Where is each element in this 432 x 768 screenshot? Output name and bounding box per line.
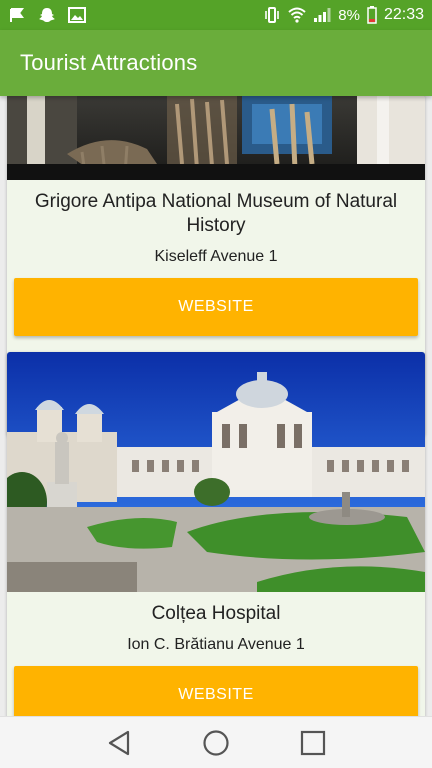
battery-low-icon <box>367 6 377 24</box>
website-button[interactable]: WEBSITE <box>14 278 418 336</box>
app-bar: Tourist Attractions <box>0 30 432 96</box>
battery-percentage: 8% <box>338 6 360 24</box>
attraction-name: Grigore Antipa National Museum of Natura… <box>34 191 398 236</box>
attraction-name: Colțea Hospital <box>151 603 281 624</box>
recents-icon <box>301 730 326 755</box>
gallery-icon <box>68 7 86 23</box>
website-button[interactable]: WEBSITE <box>14 666 418 716</box>
notification-flag-icon <box>10 8 24 22</box>
status-bar: 8% 22:33 <box>0 0 432 30</box>
hospital-photo <box>7 352 425 592</box>
vibrate-icon <box>265 7 280 23</box>
back-icon <box>108 730 129 755</box>
system-nav-bar <box>0 716 432 768</box>
recents-button[interactable] <box>293 723 333 763</box>
museum-photo <box>7 96 425 180</box>
attraction-address: Kiseleff Avenue 1 <box>154 248 278 265</box>
attractions-list[interactable]: Grigore Antipa National Museum of Natura… <box>0 96 432 716</box>
attraction-address: Ion C. Brătianu Avenue 1 <box>127 636 305 653</box>
status-time: 22:33 <box>383 6 424 23</box>
wifi-icon <box>288 7 306 23</box>
back-button[interactable] <box>99 723 139 763</box>
attraction-card: Colțea Hospital Ion C. Brătianu Avenue 1… <box>7 352 425 716</box>
home-button[interactable] <box>196 723 236 763</box>
snapchat-icon <box>39 8 55 22</box>
home-icon <box>203 729 229 756</box>
signal-icon <box>314 8 331 22</box>
page-title: Tourist Attractions <box>20 50 198 75</box>
